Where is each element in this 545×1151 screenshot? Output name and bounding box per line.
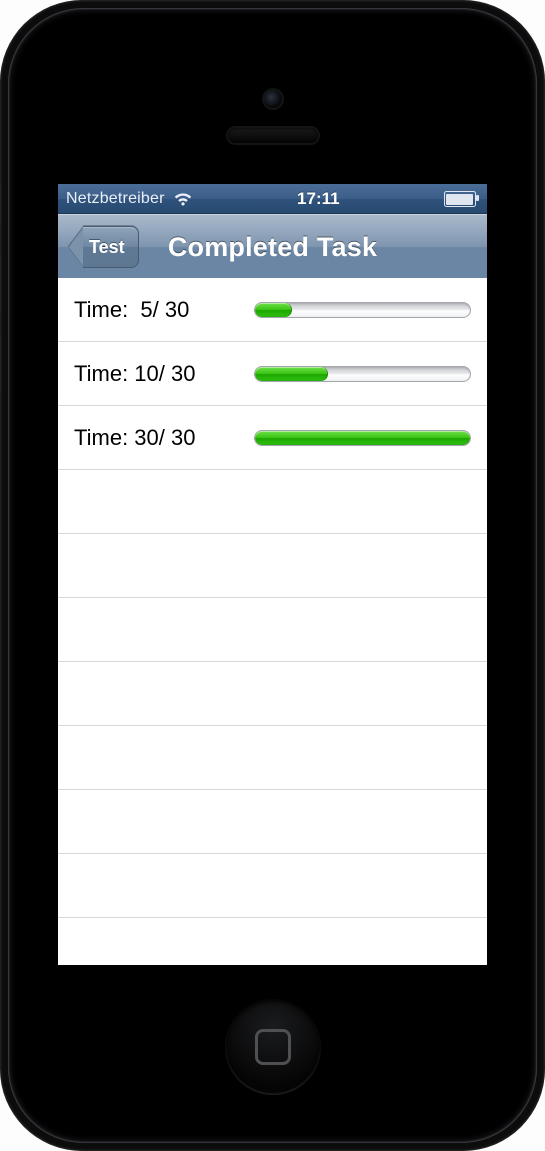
task-progress <box>254 302 471 318</box>
empty-row <box>58 534 487 598</box>
empty-row <box>58 918 487 965</box>
nav-bar: Test Completed Task <box>58 214 487 280</box>
status-time: 17:11 <box>297 189 340 209</box>
battery-icon <box>444 191 476 207</box>
task-progress-fill <box>255 303 292 317</box>
status-left: Netzbetreiber <box>66 190 193 208</box>
back-button-label: Test <box>89 237 125 258</box>
task-time-label: Time: 10/ 30 <box>74 361 236 387</box>
back-button[interactable]: Test <box>68 227 139 267</box>
task-progress <box>254 366 471 382</box>
task-row[interactable]: Time: 30/ 30 <box>58 406 487 470</box>
empty-row <box>58 598 487 662</box>
task-list: Time: 5/ 30 Time: 10/ 30 Time: 30/ 30 <box>58 278 487 965</box>
battery-fill <box>446 194 473 205</box>
task-time-label: Time: 5/ 30 <box>74 297 236 323</box>
task-row[interactable]: Time: 5/ 30 <box>58 278 487 342</box>
task-progress-fill <box>255 367 328 381</box>
status-bar: Netzbetreiber 17:11 <box>58 184 487 214</box>
empty-row <box>58 470 487 534</box>
back-arrow-icon <box>68 227 83 267</box>
task-time-label: Time: 30/ 30 <box>74 425 236 451</box>
home-button[interactable] <box>225 999 321 1095</box>
nav-title: Completed Task <box>168 232 377 263</box>
empty-row <box>58 854 487 918</box>
screen: Netzbetreiber 17:11 Test <box>58 184 487 965</box>
empty-row <box>58 662 487 726</box>
device-bezel: Netzbetreiber 17:11 Test <box>8 8 537 1143</box>
earpiece <box>228 128 318 143</box>
task-progress <box>254 430 471 446</box>
task-progress-fill <box>255 431 470 445</box>
empty-row <box>58 790 487 854</box>
device-frame: Netzbetreiber 17:11 Test <box>0 0 545 1151</box>
carrier-label: Netzbetreiber <box>66 190 165 208</box>
content[interactable]: Time: 5/ 30 Time: 10/ 30 Time: 30/ 30 <box>58 278 487 965</box>
back-button-body: Test <box>83 226 139 268</box>
task-row[interactable]: Time: 10/ 30 <box>58 342 487 406</box>
empty-row <box>58 726 487 790</box>
wifi-icon <box>173 192 193 207</box>
front-camera <box>264 90 282 108</box>
